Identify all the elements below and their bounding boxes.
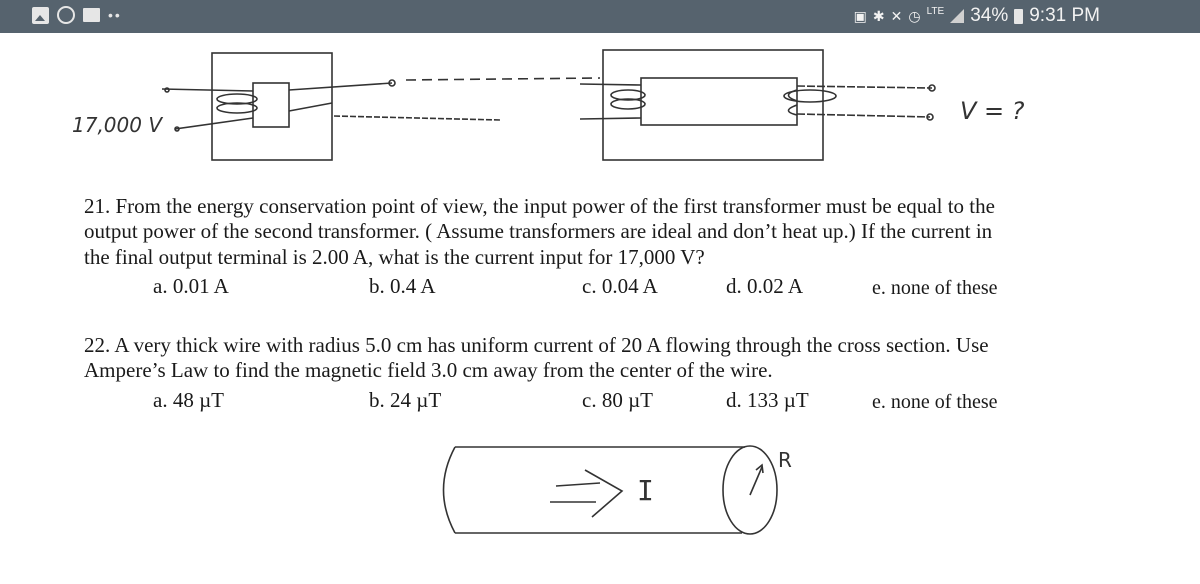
current-label: I	[637, 474, 654, 507]
current-arrow-icon	[555, 482, 601, 487]
wire-cross-section	[722, 445, 778, 535]
radius-arrow	[749, 466, 763, 496]
wire-diagram	[442, 445, 778, 535]
radius-label: R	[778, 448, 792, 472]
wire-left-end	[442, 446, 456, 534]
